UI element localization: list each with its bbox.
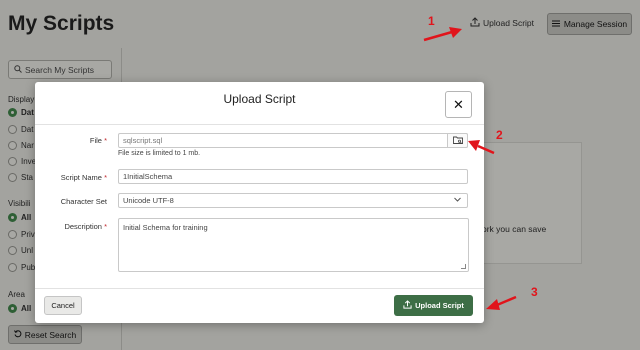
visibility-option[interactable]: Unl [8,246,33,255]
display-label: Display [8,95,35,104]
folder-icon [452,136,463,146]
upload-icon [470,17,480,29]
radio[interactable] [8,263,17,272]
script-name-input[interactable]: 1InitialSchema [118,169,468,184]
search-placeholder: Search My Scripts [25,64,94,75]
display-option[interactable]: Nar [8,141,34,150]
file-label: File * [89,136,107,145]
background-card-text: ork you can save [482,224,547,234]
chevron-down-icon [454,197,461,204]
character-set-value: Unicode UTF-8 [123,196,174,205]
radio[interactable] [8,173,17,182]
visibility-label: Visibili [8,199,31,208]
close-icon: ✕ [453,96,464,112]
display-option[interactable]: Inve [8,157,36,166]
display-option[interactable]: Dat [8,108,34,117]
browse-file-button[interactable] [447,133,468,148]
radio[interactable] [8,230,17,239]
radio[interactable] [8,141,17,150]
menu-icon [551,19,560,29]
reset-icon [13,329,22,340]
upload-script-dialog: Upload Script ✕ File * sqlscript.sql Fil… [35,82,484,323]
upload-script-button-label: Upload Script [415,301,464,310]
sidebar-search-input[interactable]: Search My Scripts [8,60,112,79]
manage-session-button[interactable]: Manage Session [547,13,632,35]
upload-script-button[interactable]: Upload Script [394,295,473,316]
character-set-label: Character Set [60,197,107,206]
visibility-option[interactable]: Pub [8,263,35,272]
description-textarea[interactable]: Initial Schema for training [118,218,469,272]
script-name-label: Script Name * [60,173,107,182]
upload-script-link[interactable]: Upload Script [470,17,534,29]
file-input[interactable]: sqlscript.sql [118,133,468,148]
dialog-footer-divider [35,288,484,289]
manage-session-label: Manage Session [563,19,628,29]
upload-script-label: Upload Script [483,18,535,28]
radio-selected[interactable] [8,108,17,117]
file-size-hint: File size is limited to 1 mb. [118,150,201,157]
annotation-number-2: 2 [496,128,503,142]
dialog-header-divider [35,124,484,125]
description-value: Initial Schema for training [123,223,208,232]
resize-handle[interactable] [461,264,466,269]
visibility-option[interactable]: All [8,213,31,222]
file-input-value: sqlscript.sql [123,136,163,145]
radio[interactable] [8,246,17,255]
character-set-select[interactable]: Unicode UTF-8 [118,193,468,208]
dialog-title: Upload Script [223,92,296,106]
radio[interactable] [8,125,17,134]
annotation-number-3: 3 [531,285,538,299]
area-label: Area [8,290,25,299]
reset-search-label: Reset Search [24,329,77,340]
page-title: My Scripts [8,12,115,35]
area-option[interactable]: All [8,304,31,313]
display-option[interactable]: Dat [8,125,33,134]
upload-icon [403,300,412,311]
close-button[interactable]: ✕ [445,91,472,118]
script-name-value: 1InitialSchema [123,172,173,181]
page-header: My Scripts Upload Script Manage Session [0,0,640,48]
search-icon [14,64,22,75]
description-label: Description * [64,222,107,231]
visibility-option[interactable]: Priv [8,230,35,239]
radio[interactable] [8,157,17,166]
radio-selected[interactable] [8,213,17,222]
display-option[interactable]: Sta [8,173,33,182]
annotation-number-1: 1 [428,14,435,28]
radio-selected[interactable] [8,304,17,313]
cancel-button[interactable]: Cancel [44,296,82,315]
reset-search-button[interactable]: Reset Search [8,325,82,344]
